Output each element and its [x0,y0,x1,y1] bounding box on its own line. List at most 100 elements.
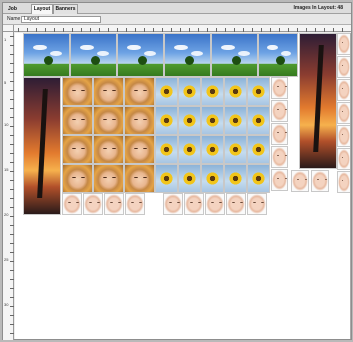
ruler-tick [10,252,14,253]
face-portrait-image[interactable] [124,106,155,135]
sunflower-image[interactable] [224,164,247,193]
face-portrait-image[interactable] [93,164,124,193]
baby-portrait-image[interactable] [271,169,288,191]
ruler-tick [10,324,14,325]
face-portrait-image[interactable] [62,77,93,106]
sunset-tower-image[interactable] [299,33,337,169]
baby-portrait-image[interactable] [271,100,288,122]
face-portrait-image[interactable] [62,164,93,193]
ruler-tick [279,28,280,32]
ruler-tick [288,28,289,32]
ruler-tick [243,28,244,32]
sunflower-image[interactable] [247,164,270,193]
baby-portrait-image[interactable] [163,193,183,215]
ruler-tick [10,45,14,46]
baby-portrait-image[interactable] [83,193,103,215]
layout-name-field[interactable]: Layout [21,16,101,23]
baby-portrait-image[interactable] [311,170,329,192]
sky-landscape-image[interactable] [164,33,211,77]
baby-portrait-image[interactable] [337,102,351,124]
baby-portrait-image[interactable] [226,193,246,215]
ruler-label: 20 [4,212,9,217]
face-portrait-image[interactable] [93,77,124,106]
ruler-tick [10,189,14,190]
sunflower-image[interactable] [178,77,201,106]
baby-portrait-image[interactable] [271,146,288,168]
horizontal-ruler [14,25,351,32]
sunflower-image[interactable] [247,135,270,164]
sky-landscape-image[interactable] [70,33,117,77]
tab-layout[interactable]: Layout [31,4,53,14]
baby-portrait-image[interactable] [62,193,82,215]
ruler-tick [10,297,14,298]
baby-portrait-image[interactable] [271,77,288,99]
face-portrait-image[interactable] [93,106,124,135]
ruler-tick [10,216,14,217]
ruler-tick [189,28,190,32]
sunflower-image[interactable] [155,135,178,164]
face-portrait-image[interactable] [62,135,93,164]
face-portrait-image[interactable] [124,135,155,164]
ruler-tick [99,28,100,32]
baby-portrait-image[interactable] [337,79,351,101]
face-portrait-image[interactable] [124,164,155,193]
sunflower-image[interactable] [155,106,178,135]
baby-portrait-image[interactable] [337,56,351,78]
sunflower-image[interactable] [247,77,270,106]
ruler-tick [10,135,14,136]
ruler-tick [10,144,14,145]
layout-canvas[interactable] [15,33,351,339]
baby-portrait-image[interactable] [337,148,351,170]
sky-landscape-image[interactable] [258,33,298,77]
baby-portrait-image[interactable] [337,33,351,55]
sunflower-image[interactable] [224,135,247,164]
ruler-tick [72,28,73,32]
ruler-tick [10,99,14,100]
baby-portrait-image[interactable] [291,170,309,192]
sunflower-image[interactable] [178,106,201,135]
ruler-tick [10,270,14,271]
ruler-tick [10,171,14,172]
sunflower-image[interactable] [247,106,270,135]
baby-portrait-image[interactable] [184,193,204,215]
ruler-tick [10,306,14,307]
images-in-layout-count: Images In Layout: 48 [293,5,343,11]
sky-landscape-image[interactable] [211,33,258,77]
baby-portrait-image[interactable] [104,193,124,215]
tab-banners[interactable]: Banners [53,4,78,14]
ruler-tick [171,28,172,32]
face-portrait-image[interactable] [124,77,155,106]
sunflower-image[interactable] [178,164,201,193]
tab-job[interactable]: Job [5,4,31,14]
ruler-tick [153,28,154,32]
ruler-tick [10,153,14,154]
sky-landscape-image[interactable] [23,33,70,77]
ruler-tick [10,72,14,73]
sunflower-image[interactable] [178,135,201,164]
sunflower-image[interactable] [155,164,178,193]
baby-portrait-image[interactable] [125,193,145,215]
baby-portrait-image[interactable] [271,123,288,145]
baby-portrait-image[interactable] [247,193,267,215]
sky-landscape-image[interactable] [117,33,164,77]
baby-portrait-image[interactable] [337,125,351,147]
ruler-tick [270,28,271,32]
ruler-tick [10,261,14,262]
sunflower-image[interactable] [201,135,224,164]
baby-portrait-image[interactable] [337,171,351,193]
sunset-tower-image[interactable] [23,77,61,215]
sunflower-image[interactable] [201,106,224,135]
vertical-ruler: 1 5 10 15 20 25 30 [3,32,14,340]
face-portrait-image[interactable] [62,106,93,135]
sunflower-image[interactable] [201,164,224,193]
sunflower-image[interactable] [224,77,247,106]
sunflower-image[interactable] [155,77,178,106]
sunflower-image[interactable] [224,106,247,135]
baby-portrait-image[interactable] [205,193,225,215]
ruler-tick [63,28,64,32]
ruler-tick [315,28,316,32]
ruler-tick [10,198,14,199]
sunflower-image[interactable] [201,77,224,106]
face-portrait-image[interactable] [93,135,124,164]
ruler-tick [10,63,14,64]
